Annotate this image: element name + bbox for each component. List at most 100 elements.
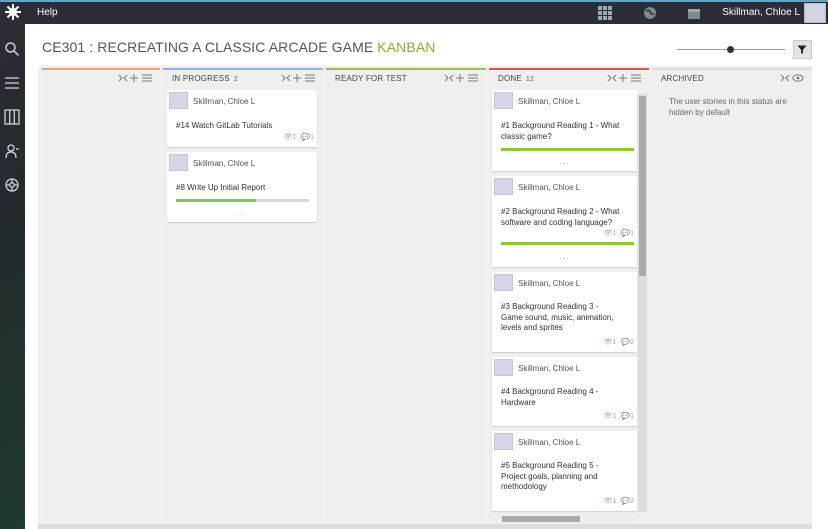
- column-count: 12: [525, 76, 535, 83]
- card-meta: 👁1 💬1: [604, 229, 634, 237]
- column-actions[interactable]: [444, 73, 484, 83]
- card-owner[interactable]: Skillman, Chloe L: [518, 364, 580, 373]
- top-bar: Help Skillman, Chloe L: [0, 0, 828, 24]
- column-title: ARCHIVED: [661, 74, 704, 83]
- card-title[interactable]: #2 Background Reading 2 - What software a…: [501, 207, 619, 228]
- card-owner[interactable]: Skillman, Chloe L: [518, 279, 580, 288]
- owner-avatar[interactable]: [494, 433, 513, 450]
- grid-icon[interactable]: [598, 6, 612, 20]
- backlog-icon[interactable]: [4, 75, 20, 91]
- fold-icon: [607, 74, 617, 82]
- comments-icon: 💬: [621, 230, 631, 237]
- horizontal-scrollbar[interactable]: [490, 514, 635, 524]
- archived-note: The user stories in this status are hidde…: [669, 97, 787, 117]
- column-done: DONE 12 Skillman, Chloe L #1 Background R…: [489, 66, 649, 529]
- owner-avatar[interactable]: [494, 92, 513, 109]
- user-story-card[interactable]: Skillman, Chloe L #8 Write Up Initial Re…: [167, 152, 317, 222]
- fold-icon: [281, 74, 291, 82]
- watchers-icon: 👁: [283, 134, 293, 141]
- page-title: CE301 : RECREATING A CLASSIC ARCADE GAME…: [42, 39, 435, 55]
- owner-avatar[interactable]: [169, 92, 188, 109]
- vertical-scrollbar[interactable]: [638, 94, 647, 512]
- add-icon: [456, 74, 464, 82]
- project-name[interactable]: CE301 : RECREATING A CLASSIC ARCADE GAME: [42, 39, 373, 55]
- team-icon[interactable]: [4, 143, 20, 159]
- column-actions[interactable]: [118, 73, 158, 83]
- comments-count: 1: [630, 413, 634, 420]
- bulk-add-icon: [468, 74, 478, 82]
- comments-count: 2: [630, 498, 634, 505]
- fold-icon: [444, 74, 454, 82]
- comments-icon: 💬: [621, 498, 631, 505]
- comments-icon: 💬: [301, 134, 311, 141]
- bulk-add-icon: [142, 74, 152, 82]
- card-owner[interactable]: Skillman, Chloe L: [193, 159, 255, 168]
- owner-avatar[interactable]: [169, 154, 188, 171]
- scroll-thumb[interactable]: [502, 516, 580, 522]
- kanban-icon[interactable]: [4, 109, 20, 125]
- owner-avatar[interactable]: [494, 178, 513, 195]
- more-dots[interactable]: ···: [167, 210, 317, 219]
- column-in-progress: IN PROGRESS 2 Skillman, Chloe L #14 Watch…: [163, 66, 323, 529]
- card-title[interactable]: #3 Background Reading 3 - Game sound, mus…: [501, 302, 614, 334]
- card-meta: 👁1 💬1: [284, 133, 314, 141]
- calendar-icon[interactable]: [687, 6, 701, 20]
- card-owner[interactable]: Skillman, Chloe L: [193, 97, 255, 106]
- owner-avatar[interactable]: [494, 274, 513, 291]
- column-archived: ARCHIVED: [652, 66, 812, 529]
- card-title[interactable]: #5 Background Reading 5 - Project goals, …: [501, 461, 598, 493]
- add-icon: [293, 74, 301, 82]
- comments-count: 2: [630, 339, 634, 346]
- column-actions[interactable]: [780, 73, 806, 83]
- column-title: IN PROGRESS 2: [172, 74, 238, 83]
- user-story-card[interactable]: Skillman, Chloe L #4 Background Reading …: [492, 357, 637, 426]
- watchers-count: 1: [292, 134, 297, 141]
- eye-icon: [792, 74, 804, 82]
- user-story-card[interactable]: Skillman, Chloe L #3 Background Reading …: [492, 272, 637, 352]
- card-owner[interactable]: Skillman, Chloe L: [518, 97, 580, 106]
- globe-icon[interactable]: [643, 6, 657, 20]
- task-progress-bar: [176, 199, 309, 202]
- user-story-card[interactable]: Skillman, Chloe L #14 Watch GitLab Tutor…: [167, 90, 317, 147]
- help-link[interactable]: Help: [37, 7, 58, 18]
- logo-icon[interactable]: [5, 4, 21, 20]
- column-actions[interactable]: [607, 73, 647, 83]
- column-new: [42, 66, 160, 529]
- column-actions[interactable]: [281, 73, 321, 83]
- page-scrollbar[interactable]: [38, 524, 812, 529]
- search-icon[interactable]: [4, 41, 20, 57]
- more-dots[interactable]: ···: [492, 159, 637, 168]
- column-title: READY FOR TEST: [335, 74, 407, 83]
- card-owner[interactable]: Skillman, Chloe L: [518, 183, 580, 192]
- column-header: ARCHIVED: [652, 70, 812, 90]
- column-header: READY FOR TEST: [326, 70, 486, 90]
- user-story-card[interactable]: Skillman, Chloe L #1 Background Reading …: [492, 90, 637, 171]
- more-dots[interactable]: ···: [492, 254, 637, 263]
- fold-icon: [118, 74, 128, 82]
- filter-icon: [797, 45, 807, 54]
- card-title[interactable]: #1 Background Reading 1 - What classic ga…: [501, 121, 619, 142]
- user-avatar[interactable]: [804, 3, 826, 23]
- watchers-count: 1: [612, 230, 617, 237]
- comments-count: 1: [630, 230, 634, 237]
- user-name[interactable]: Skillman, Chloe L: [722, 7, 800, 18]
- card-owner[interactable]: Skillman, Chloe L: [518, 438, 580, 447]
- task-progress-bar: [501, 242, 634, 245]
- card-title[interactable]: #8 Write Up Initial Report: [176, 183, 265, 194]
- user-story-card[interactable]: Skillman, Chloe L #2 Background Reading …: [492, 176, 637, 267]
- user-story-card[interactable]: Skillman, Chloe L #5 Background Reading …: [492, 431, 637, 511]
- scroll-thumb[interactable]: [639, 96, 646, 276]
- comments-icon: 💬: [621, 413, 631, 420]
- settings-icon[interactable]: [4, 177, 20, 193]
- task-progress-fill: [501, 242, 634, 245]
- watchers-count: 1: [612, 413, 617, 420]
- card-title[interactable]: #14 Watch GitLab Tutorials: [176, 121, 272, 132]
- zoom-slider-thumb[interactable]: [727, 46, 734, 53]
- filter-button[interactable]: [793, 40, 812, 59]
- card-title[interactable]: #4 Background Reading 4 - Hardware: [501, 387, 598, 408]
- task-progress-fill: [501, 148, 634, 151]
- watchers-icon: 👁: [603, 230, 613, 237]
- watchers-icon: 👁: [603, 498, 613, 505]
- owner-avatar[interactable]: [494, 359, 513, 376]
- comments-icon: 💬: [621, 339, 631, 346]
